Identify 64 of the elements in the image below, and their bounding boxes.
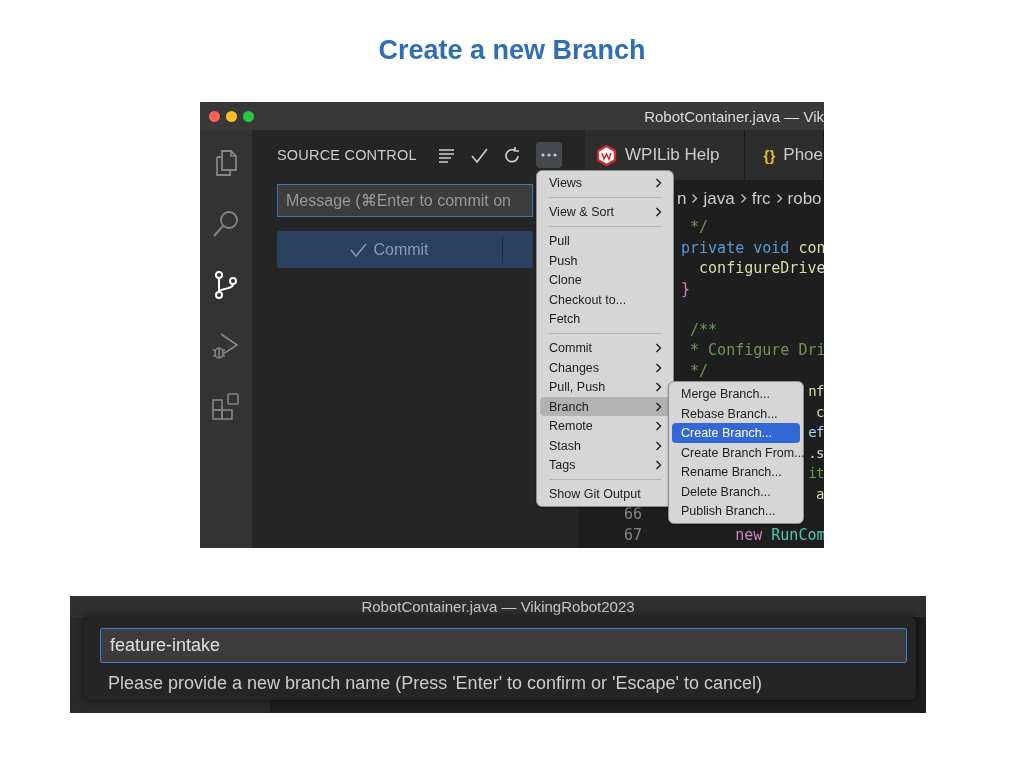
blocks-icon[interactable] [211, 392, 241, 422]
prompt-text: Please provide a new branch name (Press 'Enter' to confirm or 'Escape' to cancel) [107, 673, 764, 694]
menu-item[interactable]: Clone [540, 270, 670, 290]
code-line: c [816, 402, 824, 422]
code-line: * Configure Dri [689, 340, 824, 361]
menu-item[interactable]: Publish Branch... [672, 501, 800, 521]
menu-item[interactable]: View & Sort [540, 202, 670, 222]
line-number: 67 [622, 524, 643, 545]
menu-item[interactable]: Stash [540, 435, 670, 456]
code-line: it [808, 464, 824, 483]
menu-item[interactable]: Pull, Push [540, 377, 670, 397]
menu-item[interactable]: Fetch [540, 309, 670, 329]
code-line: .s [808, 443, 824, 463]
commit-button[interactable]: Commit [277, 231, 533, 268]
close-dot[interactable] [209, 110, 220, 122]
play-bug-icon[interactable] [211, 331, 241, 361]
code-line: configureDrive [698, 258, 824, 279]
editor-tab[interactable]: {} Phoe [744, 130, 824, 180]
menu-item[interactable]: Delete Branch... [672, 481, 800, 502]
code-line: ef [808, 423, 824, 442]
menu-item[interactable]: Show Git Output [540, 484, 670, 504]
code-line: private void con [681, 237, 824, 258]
menu-item[interactable]: Create Branch... [672, 423, 800, 443]
code-line: */ [689, 360, 709, 381]
refresh-icon[interactable] [503, 145, 522, 165]
menu-item[interactable]: Pull [540, 231, 670, 251]
menu-item[interactable]: Checkout to... [540, 289, 670, 310]
chevron-icon [775, 193, 783, 204]
ellipsis-icon [541, 153, 557, 157]
code-line: nf [808, 382, 824, 401]
code-line: } [681, 278, 691, 299]
menu-item[interactable]: Tags [540, 455, 670, 475]
menu-item[interactable]: Merge Branch... [672, 384, 800, 404]
message-field[interactable]: Message (⌘Enter to commit on [277, 184, 533, 217]
code-line: new RunCom [734, 524, 824, 545]
branch-name-field[interactable]: feature-intake [100, 628, 907, 663]
window-title: RobotContainer.java — Vik [644, 107, 824, 125]
menu-item[interactable]: Rename Branch... [672, 462, 800, 482]
menu-item[interactable]: Changes [540, 357, 670, 378]
menu-item[interactable]: Commit [540, 338, 670, 358]
breadcrumb-item[interactable]: n [677, 188, 687, 209]
panel-title: SOURCE CONTROL [277, 147, 417, 163]
slide-title: Create a new Branch [378, 34, 646, 66]
zoom-dot[interactable] [243, 110, 254, 122]
menu-item[interactable]: Branch [540, 396, 670, 417]
line-number: 66 [622, 504, 643, 525]
breadcrumb-item[interactable]: frc [751, 188, 771, 209]
menu-item[interactable]: Remote [540, 416, 670, 436]
chevron-icon [739, 193, 747, 204]
menu-item[interactable]: Push [540, 250, 670, 271]
breadcrumb-item[interactable]: java [703, 188, 735, 209]
window-title: RobotContainer.java — VikingRobot2023 [361, 597, 635, 617]
check-icon [350, 242, 368, 257]
chevron-icon [691, 193, 699, 204]
breadcrumb-item[interactable]: robo [787, 188, 822, 209]
more-actions-button[interactable] [536, 142, 562, 168]
code-line: */ [689, 217, 709, 238]
code-line: /** [689, 319, 718, 340]
braces-icon: {} [763, 146, 776, 164]
hexagon-icon [596, 144, 617, 166]
search-icon[interactable] [211, 209, 241, 239]
minimize-dot[interactable] [226, 110, 237, 122]
menu-item[interactable]: Rebase Branch... [672, 403, 800, 424]
code-line: a [816, 484, 824, 504]
